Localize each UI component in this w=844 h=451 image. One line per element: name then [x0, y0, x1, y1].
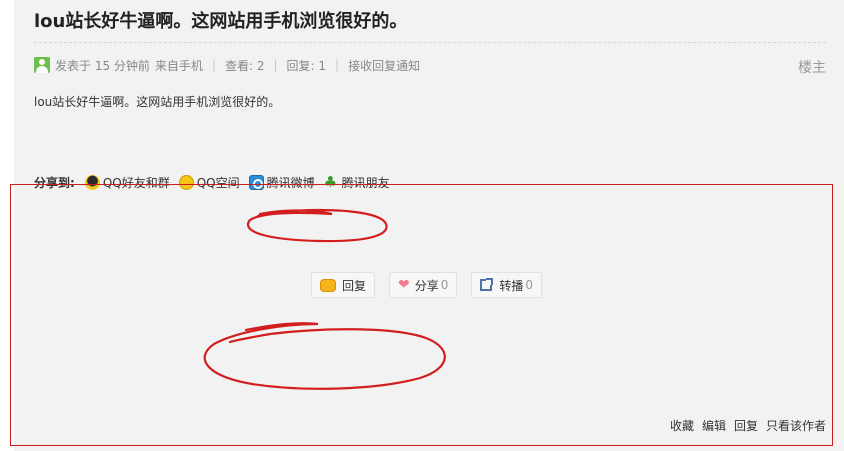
meta-separator: |: [211, 58, 216, 72]
meta-separator: |: [273, 58, 278, 72]
reply-button-label: 回复: [342, 278, 367, 293]
share-weibo-link[interactable]: 腾讯微博: [248, 174, 315, 191]
post-body: lou站长好牛逼啊。这网站用手机浏览很好的。: [34, 95, 281, 109]
post-source: 来自手机: [154, 58, 203, 73]
tencent-pengyou-icon: [324, 175, 339, 190]
share-count: 0: [440, 278, 449, 292]
share-qzone-link[interactable]: QQ空间: [178, 174, 240, 191]
card-pointer: [14, 14, 21, 28]
tencent-weibo-icon: [248, 174, 264, 190]
forward-icon: [480, 278, 494, 291]
title-divider: [34, 42, 826, 43]
heart-icon: ❤: [398, 277, 410, 293]
notify-link[interactable]: 接收回复通知: [348, 57, 420, 74]
share-label: 分享到:: [34, 175, 75, 190]
share-button-label: 分享: [414, 278, 439, 293]
qq-icon: [84, 174, 100, 190]
meta-separator: |: [335, 58, 340, 72]
forward-button[interactable]: 转播 0: [471, 272, 543, 298]
share-bar: 分享到: QQ好友和群 QQ空间 腾讯微博 腾讯朋友: [34, 173, 399, 191]
reply-button[interactable]: 回复: [311, 272, 376, 298]
share-qq-link[interactable]: QQ好友和群: [84, 174, 170, 191]
share-button[interactable]: ❤ 分享 0: [389, 272, 458, 298]
qzone-icon: [178, 174, 194, 190]
share-pengyou-label: 腾讯朋友: [341, 175, 390, 190]
post-meta: 发表于 15 分钟前 来自手机 | 查看: 2 | 回复: 1 | 接收回复通知: [34, 56, 420, 74]
reply-count: 回复: 1: [286, 58, 327, 73]
share-pengyou-link[interactable]: 腾讯朋友: [324, 174, 390, 191]
reply-bubble-icon: [320, 278, 336, 292]
share-weibo-label: 腾讯微博: [266, 175, 315, 190]
forward-count: 0: [525, 278, 534, 292]
view-count: 查看: 2: [224, 58, 265, 73]
action-bar: 回复 ❤ 分享 0 转播 0: [311, 272, 556, 298]
reply-link[interactable]: 回复: [734, 417, 758, 434]
share-qzone-label: QQ空间: [196, 175, 240, 190]
post-title: lou站长好牛逼啊。这网站用手机浏览很好的。: [34, 11, 408, 32]
floor-label: 楼主: [798, 60, 826, 76]
post-footer-links: 收藏 编辑 回复 只看该作者: [662, 417, 826, 434]
forward-button-label: 转播: [499, 278, 524, 293]
posted-time: 发表于 15 分钟前: [55, 58, 150, 73]
share-qq-label: QQ好友和群: [102, 175, 170, 190]
user-icon: [34, 57, 50, 73]
favorite-link[interactable]: 收藏: [670, 417, 694, 434]
edit-link[interactable]: 编辑: [702, 417, 726, 434]
author-only-link[interactable]: 只看该作者: [766, 417, 826, 434]
